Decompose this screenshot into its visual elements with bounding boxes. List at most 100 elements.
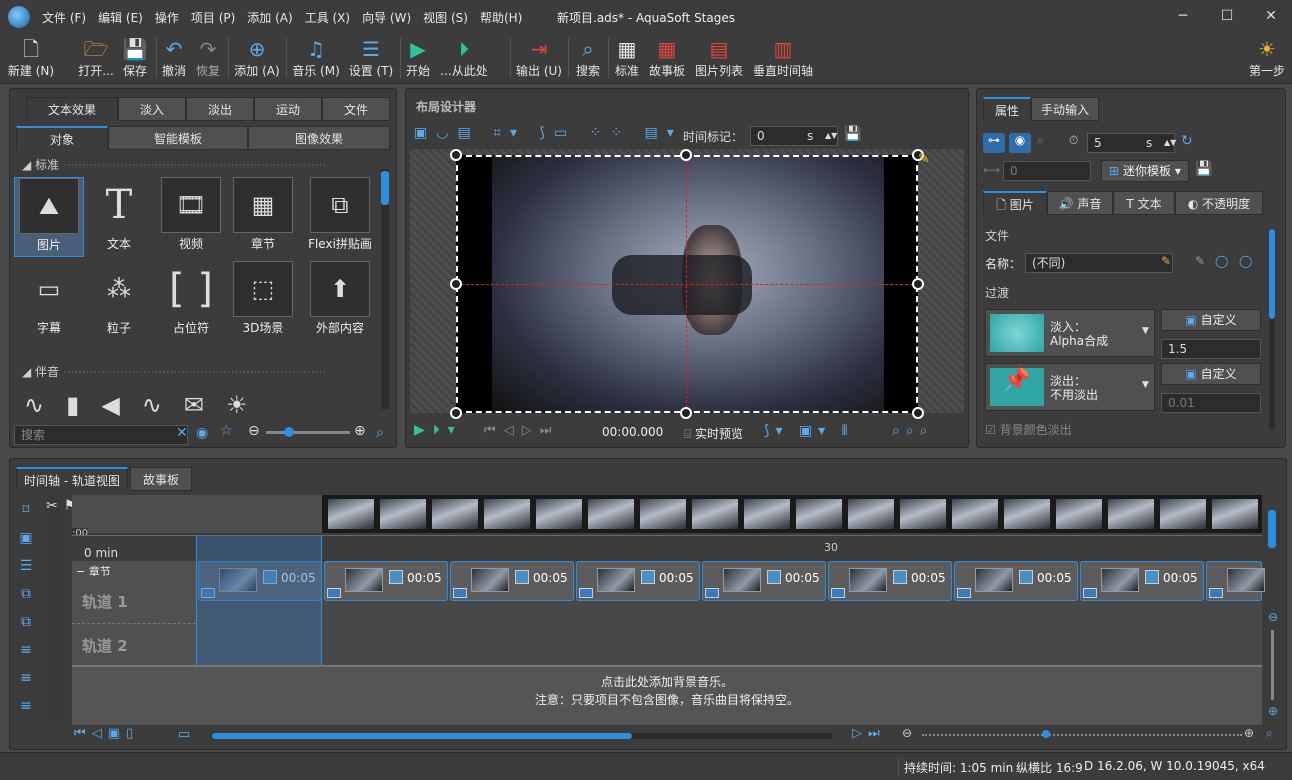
tab-fade-out[interactable]: 淡出 [186,97,254,121]
object-text[interactable]: T 文本 [84,177,154,252]
magnifier-icon[interactable]: ⌕ [376,425,384,441]
template-save-icon[interactable]: 💾 [1195,161,1212,177]
object-chapter[interactable]: ▦ 章节 [228,177,298,252]
tab-objects[interactable]: 对象 [16,126,108,150]
fade-out-custom-button[interactable]: ▣ 自定义 [1161,363,1261,385]
minimize-icon[interactable]: ─ [1174,8,1192,26]
redo-button[interactable]: ↷ 恢复 [192,36,224,79]
inspect-icon[interactable]: ⌕ [1037,133,1044,148]
designer-toolbar[interactable]: ▣◡▤ ⌗▾ ⟆▭ ⁘⁘ ▤▾ [414,125,704,147]
bg-fade-checkbox[interactable]: ☑ 背景颜色淡出 [985,421,1072,438]
horizontal-zoom-out-icon[interactable]: ⊖ [902,726,912,740]
timeline-clip[interactable] [1206,561,1265,601]
horizontal-scrollbar[interactable] [212,733,832,739]
music-button[interactable]: ♫ 音乐 (M) [290,36,342,79]
object-image[interactable]: ⛰ 图片 [14,177,84,257]
horizontal-zoom-in-icon[interactable]: ⊕ [1244,726,1254,740]
start-button[interactable]: ▶ 开始 [402,36,434,79]
duration-input[interactable]: 5 s ▲▼ [1087,133,1176,153]
timeline-clip[interactable]: 00:05 [324,561,448,601]
mini-template-dropdown[interactable]: ⊞ 迷你模板 ▾ [1101,160,1189,182]
tab-properties[interactable]: 属性 [983,97,1031,121]
fade-out-selector[interactable]: 📌 淡出： 不用淡出 ▼ [985,363,1155,411]
timeline-clip[interactable]: 00:05 [576,561,700,601]
favorite-star-icon[interactable]: ☆ [220,423,233,439]
timeline-clip[interactable]: 00:05 [954,561,1078,601]
chapter-label[interactable]: − 章节 [76,563,111,579]
add-button[interactable]: ⊕ 添加 (A) [232,36,282,79]
resize-handle[interactable] [450,149,462,161]
library-search-input[interactable]: 搜索 [14,425,188,445]
object-flexi-collage[interactable]: ⧉ Flexi拼贴画 [300,177,380,252]
tab-image[interactable]: 🗋 图片 [983,191,1047,215]
rotate-left-icon[interactable]: ◯ [1215,254,1228,268]
vertical-zoom-slider[interactable] [1271,630,1274,700]
fade-in-custom-button[interactable]: ▣ 自定义 [1161,309,1261,331]
resize-handle[interactable] [912,278,924,290]
rotate-right-icon[interactable]: ◯ [1239,254,1252,268]
resize-handle[interactable] [450,278,462,290]
maximize-icon[interactable]: ☐ [1218,8,1236,26]
timeline-clip[interactable]: 00:05 [450,561,574,601]
zoom-out-icon[interactable]: ⊖ [248,423,260,439]
edit-pen-icon[interactable]: ✎ [1195,254,1205,268]
tab-fade-in[interactable]: 淡入 [118,97,186,121]
rename-icon[interactable]: ✎ [1161,254,1171,268]
tab-text[interactable]: T 文本 [1113,191,1175,215]
object-particles[interactable]: ⁂ 粒子 [84,261,154,336]
resize-handle[interactable] [680,149,692,161]
close-icon[interactable]: ✕ [1262,8,1280,26]
fade-in-duration-input[interactable]: 1.5 [1161,339,1261,359]
search-button[interactable]: ⌕ 搜索 [572,36,604,79]
save-button[interactable]: 💾 保存 [118,36,152,79]
tab-timeline-track-view[interactable]: 时间轴 - 轨道视图 [16,467,128,491]
tab-file[interactable]: 文件 [322,97,390,121]
canvas-view-options[interactable]: ⟆▾ ▣▾ ⫴ [764,423,854,439]
track1-label[interactable]: 轨道 1 [82,591,128,612]
audio-objects-row[interactable]: ∿▮◀∿✉☀ [24,391,384,419]
vertical-zoom-in-icon[interactable]: ⊕ [1268,704,1278,718]
resize-handle[interactable] [680,407,692,419]
music-track[interactable]: 点击此处添加背景音乐。 注意：只要项目不包含图像，音乐曲目将保持空。 [72,665,1262,725]
object-placeholder[interactable]: [ ] 占位符 [156,261,226,336]
view-vertical-timeline-button[interactable]: ▥ 垂直时间轴 [750,36,816,79]
timeline-vertical-scrollbar[interactable] [1268,510,1276,548]
track2-label[interactable]: 轨道 2 [82,635,128,656]
tab-smart-templates[interactable]: 智能模板 [108,126,248,150]
tab-image-effects[interactable]: 图像效果 [248,126,390,150]
section-standard-header[interactable]: ◢ 标准 ···································… [22,156,326,173]
thumbnail-filmstrip[interactable] [322,495,1262,533]
new-button[interactable]: 🗋 新建 (N) [6,36,56,79]
time-marker-input[interactable]: 0 s ▲▼ [750,126,838,146]
timeline-clip[interactable]: 00:05 [1080,561,1204,601]
first-step-button[interactable]: ☀ 第一步 [1246,36,1288,79]
view-image-list-button[interactable]: ▤ 图片列表 [692,36,746,79]
tab-storyboard[interactable]: 故事板 [130,467,192,491]
fade-out-duration-input[interactable]: 0.01 [1161,393,1261,413]
timeline-end-controls[interactable]: ▷⏭ [852,726,886,741]
object-subtitle[interactable]: ▭ 字幕 [14,261,84,336]
frame-step-controls[interactable]: ⏮◁▷⏭ [484,423,559,438]
canvas-area[interactable]: ✎ [410,149,964,419]
output-button[interactable]: ⇥ 输出 (U) [514,36,564,79]
link-toggle-icon[interactable]: ⊶ [983,133,1005,153]
live-preview-toggle[interactable]: ⌸ 实时预览 [684,425,743,442]
canvas-zoom-controls[interactable]: ⌕⌕⌕ [892,423,934,439]
library-scrollbar[interactable] [381,169,389,409]
clear-search-icon[interactable]: ✕ [176,425,188,441]
tab-motion[interactable]: 运动 [254,97,322,121]
undo-button[interactable]: ↶ 撤消 [158,36,190,79]
timeline-clip[interactable]: 00:05 [828,561,952,601]
tab-manual-input[interactable]: 手动输入 [1031,97,1099,121]
thumb-size-slider[interactable] [266,427,350,437]
open-button[interactable]: 🗁 打开... [76,36,116,79]
designer-save-icon[interactable]: 💾 [844,126,861,142]
name-input[interactable]: (不同) [1025,253,1173,273]
tab-opacity[interactable]: ◐ 不透明度 [1175,191,1263,215]
fade-in-selector[interactable]: 淡入： Alpha合成 ▼ [985,309,1155,357]
timeline-nav-controls[interactable]: ⏮◁▣▯ [74,726,139,741]
object-external-content[interactable]: ⬆ 外部内容 [300,261,380,336]
timeline-clip[interactable]: 00:05 [702,561,826,601]
edit-pencil-icon[interactable]: ✎ [918,151,930,167]
offset-input[interactable]: 0 [1003,161,1091,181]
